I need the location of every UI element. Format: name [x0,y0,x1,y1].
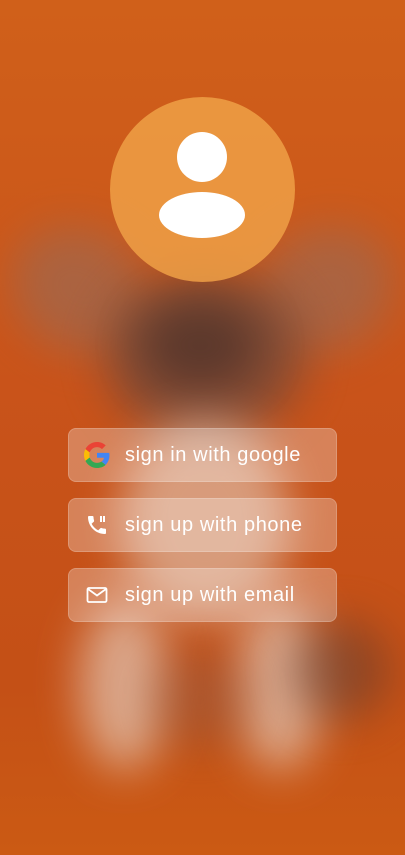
sign-up-phone-button[interactable]: sign up with phone [68,498,337,552]
person-icon-head [177,132,227,182]
google-icon [84,442,110,468]
sign-up-phone-label: sign up with phone [125,513,303,536]
phone-icon [84,512,110,538]
sign-in-google-button[interactable]: sign in with google [68,428,337,482]
avatar[interactable] [110,97,295,282]
sign-up-email-label: sign up with email [125,583,295,606]
person-icon-body [159,192,245,238]
mail-icon [84,582,110,608]
sign-in-google-label: sign in with google [125,443,301,466]
sign-up-email-button[interactable]: sign up with email [68,568,337,622]
